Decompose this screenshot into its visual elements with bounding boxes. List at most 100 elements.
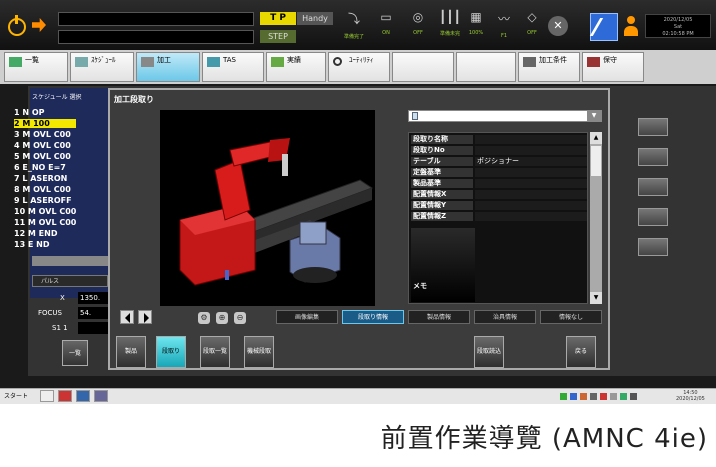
tray-update-icon[interactable]: [580, 393, 587, 400]
dialog-button[interactable]: 戻る: [566, 336, 596, 368]
schedule-row[interactable]: 7 L ASERON: [14, 174, 76, 183]
tab-results[interactable]: 実績: [266, 52, 326, 82]
brand-logo: [590, 13, 618, 41]
tab-empty-2[interactable]: [456, 52, 516, 82]
dialog-button[interactable]: 製品: [116, 336, 146, 368]
clock-display: 2020/12/05 Sat 02:10:58 PM: [645, 14, 711, 38]
horizontal-scrollbar[interactable]: [32, 256, 108, 266]
taskbar-app-2[interactable]: [58, 390, 72, 402]
subtab[interactable]: 治具情報: [474, 310, 536, 324]
info-value[interactable]: [475, 190, 587, 199]
subtab[interactable]: 段取り情報: [342, 310, 404, 324]
taskbar-app-4[interactable]: [94, 390, 108, 402]
dialog-button[interactable]: 段取一覧: [200, 336, 230, 368]
info-key: 製品基準: [411, 179, 473, 188]
scroll-thumb[interactable]: [591, 146, 601, 176]
side-button-5[interactable]: [638, 238, 668, 256]
3d-viewport[interactable]: [160, 110, 375, 306]
taskbar-app-1[interactable]: [40, 390, 54, 402]
tp-indicator: T P: [260, 12, 296, 25]
schedule-row[interactable]: 11 M OVL C00: [14, 218, 76, 227]
tray-ime-icon[interactable]: [610, 393, 617, 400]
info-row: 段取り名称: [411, 135, 587, 145]
zoom-out-icon[interactable]: ⊖: [234, 312, 246, 324]
side-button-1[interactable]: [638, 118, 668, 136]
list-button[interactable]: 一覧: [62, 340, 88, 366]
zoom-in-icon[interactable]: ⊕: [216, 312, 228, 324]
subtab[interactable]: 製品情報: [408, 310, 470, 324]
program-sub-field: [58, 30, 254, 44]
taskbar-clock[interactable]: 14:50 2020/12/05: [676, 390, 705, 402]
tab-maintenance[interactable]: 保守: [582, 52, 644, 82]
tab-empty-1[interactable]: [392, 52, 454, 82]
tab-schedule[interactable]: ｽｹｼﾞｭｰﾙ: [70, 52, 134, 82]
dialog-button[interactable]: 段取読込: [474, 336, 504, 368]
logout-arrow-icon[interactable]: [32, 18, 46, 32]
info-row: 製品基準: [411, 179, 587, 189]
cnc-screen: T P Handy STEP ⤵ 準備完了 ▭ ON ◎ OFF ┃┃┃ 準備未完 ▦ 1…: [0, 0, 716, 404]
schedule-row[interactable]: 8 M OVL C00: [14, 185, 76, 194]
info-row: 段取りNo: [411, 146, 587, 156]
schedule-row[interactable]: 1 N OP: [14, 108, 76, 117]
info-value[interactable]: [475, 212, 587, 221]
focus-value: 54.: [78, 307, 110, 319]
tray-network-icon[interactable]: [560, 393, 567, 400]
info-value[interactable]: ポジショナー: [475, 157, 587, 166]
user-icon[interactable]: [624, 16, 638, 36]
tray-shield-icon[interactable]: [570, 393, 577, 400]
tab-machining[interactable]: 加工: [136, 52, 200, 82]
tab-tas[interactable]: TAS: [202, 52, 264, 82]
info-value[interactable]: [475, 179, 587, 188]
tab-utility[interactable]: ﾕｰﾃｨﾘﾃｨ: [328, 52, 390, 82]
tab-conditions[interactable]: 加工条件: [518, 52, 580, 82]
schedule-row[interactable]: 5 M OVL C00: [14, 152, 76, 161]
schedule-row[interactable]: 2 M 100: [14, 119, 76, 128]
info-scrollbar[interactable]: ▲ ▼: [590, 132, 602, 304]
tab-label: 加工条件: [539, 56, 567, 64]
next-arrow-button[interactable]: [138, 310, 152, 324]
taskbar-app-3[interactable]: [76, 390, 90, 402]
setup-select[interactable]: ▼: [408, 110, 602, 122]
subtab[interactable]: 画像編集: [276, 310, 338, 324]
side-button-3[interactable]: [638, 178, 668, 196]
schedule-row[interactable]: 9 L ASEROFF: [14, 196, 76, 205]
schedule-row[interactable]: 13 E ND: [14, 240, 76, 249]
taskbar-date: 2020/12/05: [676, 396, 705, 402]
tab-label: ｽｹｼﾞｭｰﾙ: [91, 56, 116, 64]
info-value[interactable]: [475, 135, 587, 144]
tab-label: TAS: [223, 56, 236, 64]
info-value[interactable]: [475, 168, 587, 177]
start-button[interactable]: スタート: [4, 391, 28, 400]
s-value: [78, 322, 110, 334]
zoom-fit-icon[interactable]: ⚙: [198, 312, 210, 324]
power-icon[interactable]: [8, 15, 26, 36]
schedule-row[interactable]: 12 M END: [14, 229, 76, 238]
clock-day: Sat: [673, 24, 683, 30]
tray-alert-icon[interactable]: [600, 393, 607, 400]
tray-battery-icon[interactable]: [620, 393, 627, 400]
schedule-icon: [75, 57, 88, 67]
schedule-row[interactable]: 10 M OVL C00: [14, 207, 76, 216]
tray-misc-icon[interactable]: [630, 393, 637, 400]
side-button-2[interactable]: [638, 148, 668, 166]
tab-list[interactable]: 一覧: [4, 52, 68, 82]
prev-arrow-button[interactable]: [120, 310, 134, 324]
scroll-down-icon[interactable]: ▼: [590, 292, 602, 304]
tab-label: 加工: [157, 56, 171, 64]
schedule-row[interactable]: 4 M OVL C00: [14, 141, 76, 150]
list-icon: [9, 57, 22, 67]
dialog-button[interactable]: 機械段取: [244, 336, 274, 368]
file-icon: [412, 112, 418, 120]
info-value[interactable]: [475, 146, 587, 155]
tray-sound-icon[interactable]: [590, 393, 597, 400]
side-button-4[interactable]: [638, 208, 668, 226]
dialog-button[interactable]: 段取り: [156, 336, 186, 368]
schedule-row[interactable]: 3 M OVL C00: [14, 130, 76, 139]
info-value[interactable]: [475, 201, 587, 210]
subtab[interactable]: 情報なし: [540, 310, 602, 324]
chevron-down-icon[interactable]: ▼: [587, 111, 601, 121]
scroll-up-icon[interactable]: ▲: [590, 132, 602, 144]
focus-label: FOCUS: [38, 309, 62, 317]
schedule-row[interactable]: 6 E_NO E=7: [14, 163, 76, 172]
close-icon[interactable]: ✕: [548, 16, 568, 36]
